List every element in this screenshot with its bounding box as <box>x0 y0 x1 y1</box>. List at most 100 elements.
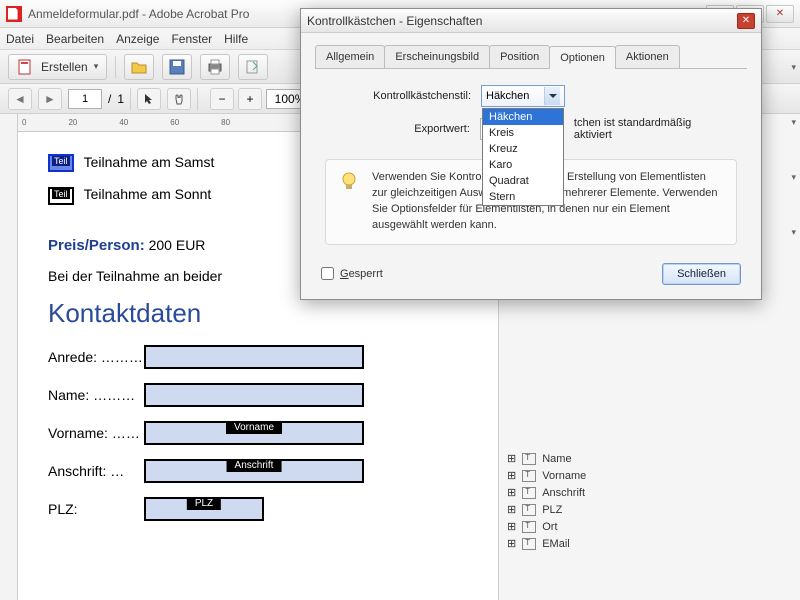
field-tree-item[interactable]: ⊞Ort <box>503 518 796 535</box>
field-tree-item[interactable]: ⊞PLZ <box>503 501 796 518</box>
section-heading: Kontaktdaten <box>48 298 488 329</box>
style-option[interactable]: Häkchen <box>483 109 563 125</box>
lightbulb-icon <box>338 170 360 192</box>
page-sep: / <box>108 92 111 106</box>
menu-datei[interactable]: Datei <box>6 32 34 46</box>
style-option[interactable]: Quadrat <box>483 173 563 189</box>
collapsed-panel-toggles: ▾ ▾ ▾ ▾ <box>789 60 798 240</box>
doc-text-sonntag: Teilnahme am Sonnt <box>84 186 212 202</box>
create-pdf-icon <box>17 58 35 76</box>
expand-icon[interactable]: ⊞ <box>507 469 516 482</box>
separator <box>130 88 131 110</box>
properties-dialog: Kontrollkästchen - Eigenschaften ✕ Allge… <box>300 8 762 300</box>
menu-bearbeiten[interactable]: Bearbeiten <box>46 32 104 46</box>
locked-label-rest: esperrt <box>349 268 383 280</box>
locked-checkbox-input[interactable] <box>321 267 334 280</box>
window-title: Anmeldeformular.pdf - Adobe Acrobat Pro <box>28 7 249 21</box>
expand-icon[interactable]: ⊞ <box>507 520 516 533</box>
panel-toggle[interactable]: ▾ <box>789 115 798 130</box>
price-value: 200 EUR <box>149 237 206 253</box>
expand-icon[interactable]: ⊞ <box>507 486 516 499</box>
default-checked-text: tchen ist standardmäßig aktiviert <box>574 117 731 141</box>
page-total: 1 <box>117 92 124 106</box>
field-label-anrede: Anrede: ……… <box>48 349 144 365</box>
expand-icon[interactable]: ⊞ <box>507 503 516 516</box>
prev-page-button[interactable]: ◄ <box>8 88 32 110</box>
tab-erscheinungsbild[interactable]: Erscheinungsbild <box>384 45 490 68</box>
folder-open-icon <box>130 58 148 76</box>
field-tree-item[interactable]: ⊞Anschrift <box>503 484 796 501</box>
field-tree-item[interactable]: ⊞Name <box>503 450 796 467</box>
textfield-icon <box>522 521 536 533</box>
doc-text-samstag: Teilnahme am Samst <box>84 154 215 170</box>
pointer-tool-button[interactable] <box>137 88 161 110</box>
panel-toggle[interactable]: ▾ <box>789 225 798 240</box>
textfield-icon <box>522 538 536 550</box>
textfield-icon <box>522 504 536 516</box>
zoom-in-button[interactable]: + <box>238 88 262 110</box>
tab-strip: Allgemein Erscheinungsbild Position Opti… <box>315 45 747 69</box>
menu-anzeige[interactable]: Anzeige <box>116 32 159 46</box>
panel-toggle[interactable]: ▾ <box>789 60 798 75</box>
textfield-icon <box>522 453 536 465</box>
tab-position[interactable]: Position <box>489 45 550 68</box>
checkbox-field-selected[interactable]: Teil <box>48 154 74 172</box>
dialog-title-bar[interactable]: Kontrollkästchen - Eigenschaften ✕ <box>301 9 761 33</box>
window-close-button[interactable]: ✕ <box>766 5 794 23</box>
style-option[interactable]: Kreis <box>483 125 563 141</box>
create-button-label: Erstellen <box>41 60 88 74</box>
field-label-plz: PLZ: <box>48 501 144 517</box>
tab-optionen[interactable]: Optionen <box>549 46 616 69</box>
create-button[interactable]: Erstellen ▾ <box>8 54 107 80</box>
field-tree-item[interactable]: ⊞Vorname <box>503 467 796 484</box>
form-field-plz[interactable]: PLZ <box>144 497 264 521</box>
dropdown-caret-icon: ▾ <box>94 61 99 72</box>
checkbox-style-dropdown: Häkchen Kreis Kreuz Karo Quadrat Stern <box>482 108 564 206</box>
field-label-anschrift: Anschrift: … <box>48 463 144 479</box>
separator <box>197 88 198 110</box>
page-number-input[interactable] <box>68 89 102 109</box>
export-value-label: Exportwert: <box>331 123 480 135</box>
style-option[interactable]: Kreuz <box>483 141 563 157</box>
checkbox-style-value: Häkchen <box>486 90 529 102</box>
expand-icon[interactable]: ⊞ <box>507 452 516 465</box>
form-field-vorname[interactable]: Vorname <box>144 421 364 445</box>
print-icon <box>206 58 224 76</box>
textfield-icon <box>522 470 536 482</box>
price-label: Preis/Person: <box>48 237 145 254</box>
style-option[interactable]: Karo <box>483 157 563 173</box>
chevron-down-icon <box>544 87 560 105</box>
tab-aktionen[interactable]: Aktionen <box>615 45 680 68</box>
print-button[interactable] <box>200 54 230 80</box>
hand-tool-button[interactable] <box>167 88 191 110</box>
dialog-title: Kontrollkästchen - Eigenschaften <box>307 14 482 28</box>
dialog-close-button[interactable]: ✕ <box>737 13 755 29</box>
field-tree-item[interactable]: ⊞EMail <box>503 535 796 552</box>
save-button[interactable] <box>162 54 192 80</box>
panel-toggle[interactable]: ▾ <box>789 170 798 185</box>
next-page-button[interactable]: ► <box>38 88 62 110</box>
field-label-vorname: Vorname: …… <box>48 425 144 441</box>
locked-checkbox[interactable]: Gesperrt <box>321 267 383 280</box>
expand-icon[interactable]: ⊞ <box>507 537 516 550</box>
form-field-anschrift[interactable]: Anschrift <box>144 459 364 483</box>
app-icon <box>6 6 22 22</box>
open-button[interactable] <box>124 54 154 80</box>
share-icon <box>244 58 262 76</box>
menu-fenster[interactable]: Fenster <box>171 32 212 46</box>
close-button[interactable]: Schließen <box>662 263 741 285</box>
form-field-anrede[interactable] <box>144 345 364 369</box>
form-field-name[interactable] <box>144 383 364 407</box>
field-label-name: Name: ……… <box>48 387 144 403</box>
tab-allgemein[interactable]: Allgemein <box>315 45 385 68</box>
share-button[interactable] <box>238 54 268 80</box>
textfield-icon <box>522 487 536 499</box>
style-option[interactable]: Stern <box>483 189 563 205</box>
menu-hilfe[interactable]: Hilfe <box>224 32 248 46</box>
checkbox-style-select[interactable]: Häkchen Häkchen Kreis Kreuz Karo Quadrat… <box>481 85 565 107</box>
checkbox-style-label: Kontrollkästchenstil: <box>331 90 481 102</box>
zoom-out-button[interactable]: − <box>210 88 234 110</box>
vertical-ruler <box>0 114 18 600</box>
save-icon <box>168 58 186 76</box>
checkbox-field[interactable]: Teil <box>48 187 74 205</box>
